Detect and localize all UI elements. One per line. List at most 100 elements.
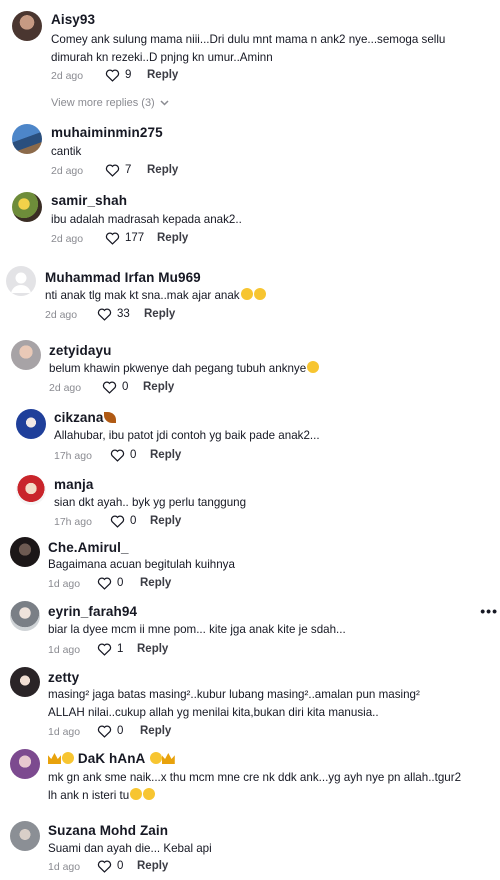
comment-username[interactable]: samir_shah — [51, 193, 127, 208]
default-user-icon — [11, 272, 31, 293]
heart-icon — [97, 643, 112, 656]
like-button[interactable]: 0 — [97, 724, 123, 738]
like-count: 0 — [117, 860, 124, 872]
comment-time: 1d ago — [48, 644, 81, 656]
reply-button[interactable]: Reply — [140, 577, 171, 589]
like-count: 1 — [117, 643, 124, 655]
reply-button[interactable]: Reply — [147, 164, 178, 176]
avatar[interactable] — [16, 475, 46, 505]
avatar[interactable] — [10, 749, 40, 779]
like-button[interactable]: 33 — [97, 307, 130, 321]
comment-username[interactable]: manja — [54, 477, 94, 492]
comment-text: Bagaimana acuan begitulah kuihnya — [48, 558, 235, 571]
more-options-button[interactable]: ••• — [480, 603, 498, 619]
pleading-emoji-icon — [130, 788, 143, 800]
heart-icon — [105, 69, 120, 82]
comment-username[interactable]: eyrin_farah94 — [48, 604, 137, 619]
reply-button[interactable]: Reply — [143, 381, 174, 393]
comment-text: biar la dyee mcm ii mne pom... kite jga … — [48, 623, 346, 636]
comment-text: masing² jaga batas masing²..kubur lubang… — [48, 688, 420, 719]
comment-username[interactable]: Muhammad Irfan Mu969 — [45, 270, 201, 285]
avatar[interactable] — [11, 340, 41, 370]
like-count: 0 — [130, 515, 137, 527]
comment-username-label: cikzana — [54, 410, 104, 425]
heart-icon — [105, 164, 120, 177]
like-button[interactable]: 0 — [97, 576, 123, 590]
avatar[interactable] — [12, 192, 42, 222]
view-more-replies-button[interactable]: View more replies (3) — [51, 97, 169, 109]
comment-text: Comey ank sulung mama niii...Dri dulu mn… — [51, 33, 446, 64]
avatar[interactable] — [10, 537, 40, 567]
comment-text: Allahubar, ibu patot jdi contoh yg baik … — [54, 429, 320, 442]
kiss-emoji-icon — [62, 752, 74, 764]
heart-icon — [102, 381, 117, 394]
reply-button[interactable]: Reply — [140, 725, 171, 737]
comment-username[interactable]: zetyidayu — [49, 343, 111, 358]
reply-button[interactable]: Reply — [137, 643, 168, 655]
like-button[interactable]: 177 — [105, 231, 144, 245]
like-button[interactable]: 1 — [97, 642, 123, 656]
heart-icon — [97, 308, 112, 321]
sweat-smile-emoji-icon — [307, 361, 320, 373]
comment-text-content: belum khawin pkwenye dah pegang tubuh an… — [49, 362, 307, 375]
comment-time: 17h ago — [54, 450, 92, 462]
comment-text-content: mk gn ank sme naik...x thu mcm mne cre n… — [48, 771, 462, 802]
comment-text: cantik — [51, 145, 82, 158]
heart-icon — [97, 860, 112, 873]
comment-username-label: DaK hAnA — [77, 751, 145, 766]
fallen-leaf-emoji-icon — [104, 412, 117, 423]
crown-emoji-icon — [48, 753, 61, 764]
laughing-emoji-icon — [253, 288, 266, 300]
avatar[interactable] — [6, 266, 36, 296]
reply-button[interactable]: Reply — [157, 232, 188, 244]
comment-time: 2d ago — [51, 70, 84, 82]
view-more-label: View more replies (3) — [51, 97, 155, 109]
comment-username[interactable]: DaK hAnA — [48, 751, 175, 766]
avatar[interactable] — [12, 11, 42, 41]
comment-username[interactable]: zetty — [48, 670, 79, 685]
like-button[interactable]: 9 — [105, 68, 131, 82]
comment-time: 1d ago — [48, 578, 81, 590]
avatar[interactable] — [10, 601, 40, 631]
comment-time: 2d ago — [49, 382, 82, 394]
reply-button[interactable]: Reply — [147, 69, 178, 81]
like-button[interactable]: 0 — [97, 859, 123, 873]
reply-button[interactable]: Reply — [137, 860, 168, 872]
comment-username[interactable]: Aisy93 — [51, 12, 95, 27]
comment-text: sian dkt ayah.. byk yg perlu tanggung — [54, 496, 247, 509]
crown-emoji-icon — [161, 753, 175, 764]
like-button[interactable]: 0 — [102, 380, 128, 394]
comment-text: nti anak tlg mak kt sna..mak ajar anak — [45, 287, 465, 305]
avatar[interactable] — [10, 821, 40, 851]
avatar[interactable] — [12, 124, 42, 154]
comment-username[interactable]: Suzana Mohd Zain — [48, 823, 168, 838]
avatar[interactable] — [10, 667, 40, 697]
comment-time: 2d ago — [51, 165, 84, 177]
heart-icon — [110, 515, 125, 528]
comment-text: ibu adalah madrasah kepada anak2.. — [51, 213, 242, 226]
like-button[interactable]: 0 — [110, 448, 136, 462]
like-button[interactable]: 7 — [105, 163, 131, 177]
kiss-emoji-icon — [149, 752, 162, 764]
avatar[interactable] — [16, 409, 46, 439]
comment-time: 1d ago — [48, 726, 81, 738]
comment-text: belum khawin pkwenye dah pegang tubuh an… — [49, 360, 469, 378]
like-count: 0 — [130, 449, 137, 461]
comment-username[interactable]: muhaiminmin275 — [51, 125, 163, 140]
comment-username[interactable]: Che.Amirul_ — [48, 540, 129, 555]
like-count: 0 — [117, 577, 124, 589]
comment-username[interactable]: cikzana — [54, 410, 117, 425]
heart-icon — [97, 725, 112, 738]
comment-time: 2d ago — [45, 309, 78, 321]
comment-text: mk gn ank sme naik...x thu mcm mne cre n… — [48, 769, 468, 805]
comment-text: Suami dan ayah die... Kebal api — [48, 842, 212, 855]
reply-button[interactable]: Reply — [144, 308, 175, 320]
comment-time: 17h ago — [54, 516, 92, 528]
like-button[interactable]: 0 — [110, 514, 136, 528]
like-count: 177 — [125, 232, 145, 244]
reply-button[interactable]: Reply — [150, 515, 181, 527]
comment-time: 1d ago — [48, 861, 81, 873]
reply-button[interactable]: Reply — [150, 449, 181, 461]
like-count: 7 — [125, 164, 132, 176]
comment-time: 2d ago — [51, 233, 84, 245]
